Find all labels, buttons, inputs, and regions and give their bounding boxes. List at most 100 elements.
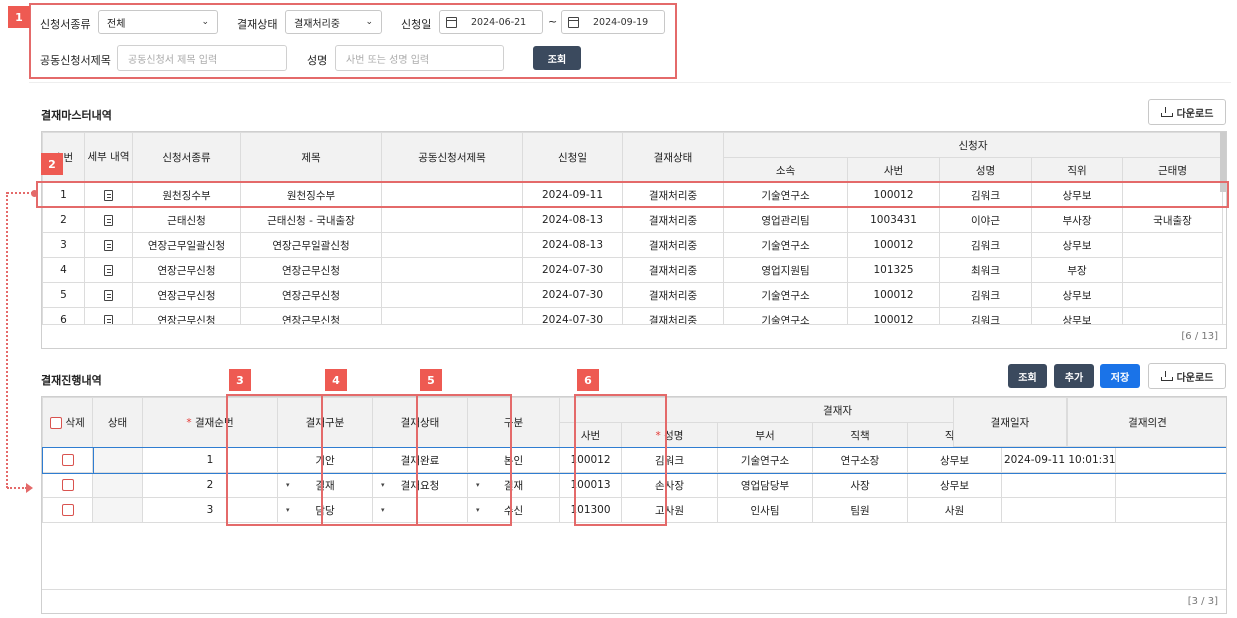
- master-cell-type[interactable]: 연장근무신청: [132, 282, 241, 308]
- master-cell-status[interactable]: 결재처리중: [622, 207, 724, 233]
- master-cell-subject[interactable]: 근태신청 - 국내출장: [240, 207, 382, 233]
- date-to-input[interactable]: 2024-09-19: [561, 10, 665, 34]
- master-cell-emp[interactable]: 100012: [847, 232, 940, 258]
- master-download-button[interactable]: 다운로드: [1148, 99, 1226, 125]
- document-icon[interactable]: [104, 264, 113, 276]
- master-cell-emp[interactable]: 1003431: [847, 207, 940, 233]
- progress-search-button[interactable]: 조회: [1008, 364, 1047, 388]
- master-cell-date[interactable]: 2024-08-13: [522, 207, 623, 233]
- master-cell-status[interactable]: 결재처리중: [622, 257, 724, 283]
- progress-cell-duty[interactable]: 사장: [812, 472, 908, 498]
- progress-cell-state[interactable]: [92, 472, 143, 498]
- col-name[interactable]: 성명: [939, 157, 1032, 183]
- col-duty[interactable]: 직책: [812, 422, 908, 448]
- col-subject[interactable]: 제목: [240, 132, 382, 183]
- master-table-row[interactable]: 2 근태신청 근태신청 - 국내출장 2024-08-13 결재처리중 영업관리팀 1003…: [42, 207, 1223, 233]
- master-cell-att[interactable]: [1122, 282, 1223, 308]
- group-title-input[interactable]: 공동신청서 제목 입력: [117, 45, 287, 71]
- master-cell-status[interactable]: 결재처리중: [622, 232, 724, 258]
- master-cell-type[interactable]: 연장근무일괄신청: [132, 232, 241, 258]
- master-cell-pos[interactable]: 부사장: [1031, 207, 1123, 233]
- progress-cell-dept[interactable]: 인사팀: [717, 497, 813, 523]
- progress-cell-op[interactable]: [1115, 472, 1226, 498]
- master-cell-no[interactable]: 5: [42, 282, 85, 308]
- detail-cell[interactable]: [84, 282, 133, 308]
- progress-cell-op[interactable]: [1115, 497, 1226, 523]
- col-attendance[interactable]: 근태명: [1122, 157, 1223, 183]
- master-cell-date[interactable]: 2024-08-13: [522, 232, 623, 258]
- status-select[interactable]: 결재처리중 ⌄: [285, 10, 382, 34]
- master-cell-name[interactable]: 이야근: [939, 207, 1032, 233]
- filter-search-button[interactable]: 조회: [533, 46, 581, 70]
- progress-add-button[interactable]: 추가: [1054, 364, 1094, 388]
- col-position[interactable]: 직위: [1031, 157, 1123, 183]
- master-cell-name[interactable]: 김워크: [939, 232, 1032, 258]
- progress-cell-chk[interactable]: [42, 472, 93, 498]
- master-cell-subject[interactable]: 연장근무신청: [240, 282, 382, 308]
- progress-cell-chk[interactable]: [42, 446, 94, 474]
- col-dept[interactable]: 소속: [723, 157, 848, 183]
- name-input[interactable]: 사번 또는 성명 입력: [335, 45, 504, 71]
- document-icon[interactable]: [104, 239, 113, 251]
- progress-cell-state[interactable]: [92, 447, 143, 473]
- col-state[interactable]: 상태: [92, 397, 143, 448]
- progress-download-button[interactable]: 다운로드: [1148, 363, 1226, 389]
- progress-cell-date[interactable]: [1000, 472, 1117, 498]
- document-icon[interactable]: [104, 289, 113, 301]
- date-from-input[interactable]: 2024-06-21: [439, 10, 543, 34]
- master-cell-status[interactable]: 결재처리중: [622, 282, 724, 308]
- master-cell-dept[interactable]: 기술연구소: [723, 232, 848, 258]
- progress-cell-dept[interactable]: 영업담당부: [717, 472, 813, 498]
- master-cell-type[interactable]: 연장근무신청: [132, 257, 241, 283]
- progress-cell-duty[interactable]: 연구소장: [812, 447, 908, 473]
- col-opinion-header[interactable]: 결재의견: [1067, 397, 1226, 447]
- detail-cell[interactable]: [84, 257, 133, 283]
- master-cell-emp[interactable]: 101325: [847, 257, 940, 283]
- master-cell-group[interactable]: [381, 207, 523, 233]
- master-table-row[interactable]: 3 연장근무일괄신청 연장근무일괄신청 2024-08-13 결재처리중 기술연구소 100…: [42, 232, 1223, 258]
- col-status[interactable]: 결재상태: [622, 132, 724, 183]
- master-cell-pos[interactable]: 상무보: [1031, 282, 1123, 308]
- progress-cell-state[interactable]: [92, 497, 143, 523]
- master-cell-group[interactable]: [381, 257, 523, 283]
- progress-cell-duty[interactable]: 팀원: [812, 497, 908, 523]
- master-cell-pos[interactable]: 부장: [1031, 257, 1123, 283]
- col-dept[interactable]: 부서: [717, 422, 813, 448]
- progress-cell-op[interactable]: [1115, 447, 1226, 473]
- progress-cell-pos[interactable]: 사원: [907, 497, 1002, 523]
- progress-cell-chk[interactable]: [42, 497, 93, 523]
- progress-cell-pos[interactable]: 상무보: [907, 472, 1002, 498]
- master-cell-subject[interactable]: 연장근무일괄신청: [240, 232, 382, 258]
- progress-cell-dept[interactable]: 기술연구소: [717, 447, 813, 473]
- master-cell-group[interactable]: [381, 282, 523, 308]
- progress-cell-pos[interactable]: 상무보: [907, 447, 1002, 473]
- master-cell-type[interactable]: 근태신청: [132, 207, 241, 233]
- progress-save-button[interactable]: 저장: [1100, 364, 1140, 388]
- col-detail[interactable]: 세부 내역: [84, 132, 133, 183]
- master-cell-group[interactable]: [381, 232, 523, 258]
- detail-cell[interactable]: [84, 232, 133, 258]
- row-checkbox[interactable]: [61, 454, 74, 466]
- row-checkbox[interactable]: [61, 479, 74, 491]
- master-cell-no[interactable]: 3: [42, 232, 85, 258]
- master-cell-name[interactable]: 김워크: [939, 282, 1032, 308]
- select-all-checkbox[interactable]: [50, 417, 63, 429]
- master-table-row[interactable]: 4 연장근무신청 연장근무신청 2024-07-30 결재처리중 영업지원팀 101325 최…: [42, 257, 1223, 283]
- master-cell-dept[interactable]: 영업관리팀: [723, 207, 848, 233]
- document-icon[interactable]: [104, 214, 113, 226]
- master-cell-att[interactable]: [1122, 257, 1223, 283]
- master-cell-no[interactable]: 2: [42, 207, 85, 233]
- master-cell-emp[interactable]: 100012: [847, 282, 940, 308]
- master-cell-name[interactable]: 최워크: [939, 257, 1032, 283]
- progress-cell-date[interactable]: 2024-09-11 10:01:31: [1000, 447, 1117, 473]
- master-table-row[interactable]: 5 연장근무신청 연장근무신청 2024-07-30 결재처리중 기술연구소 100012 김…: [42, 282, 1223, 308]
- col-type[interactable]: 신청서종류: [132, 132, 241, 183]
- col-group-subject[interactable]: 공동신청서제목: [381, 132, 523, 183]
- master-cell-subject[interactable]: 연장근무신청: [240, 257, 382, 283]
- master-cell-att[interactable]: [1122, 232, 1223, 258]
- col-approval-date-header[interactable]: 결재일자: [953, 397, 1067, 447]
- master-cell-dept[interactable]: 기술연구소: [723, 282, 848, 308]
- row-checkbox[interactable]: [61, 504, 74, 516]
- master-cell-dept[interactable]: 영업지원팀: [723, 257, 848, 283]
- col-date[interactable]: 신청일: [522, 132, 623, 183]
